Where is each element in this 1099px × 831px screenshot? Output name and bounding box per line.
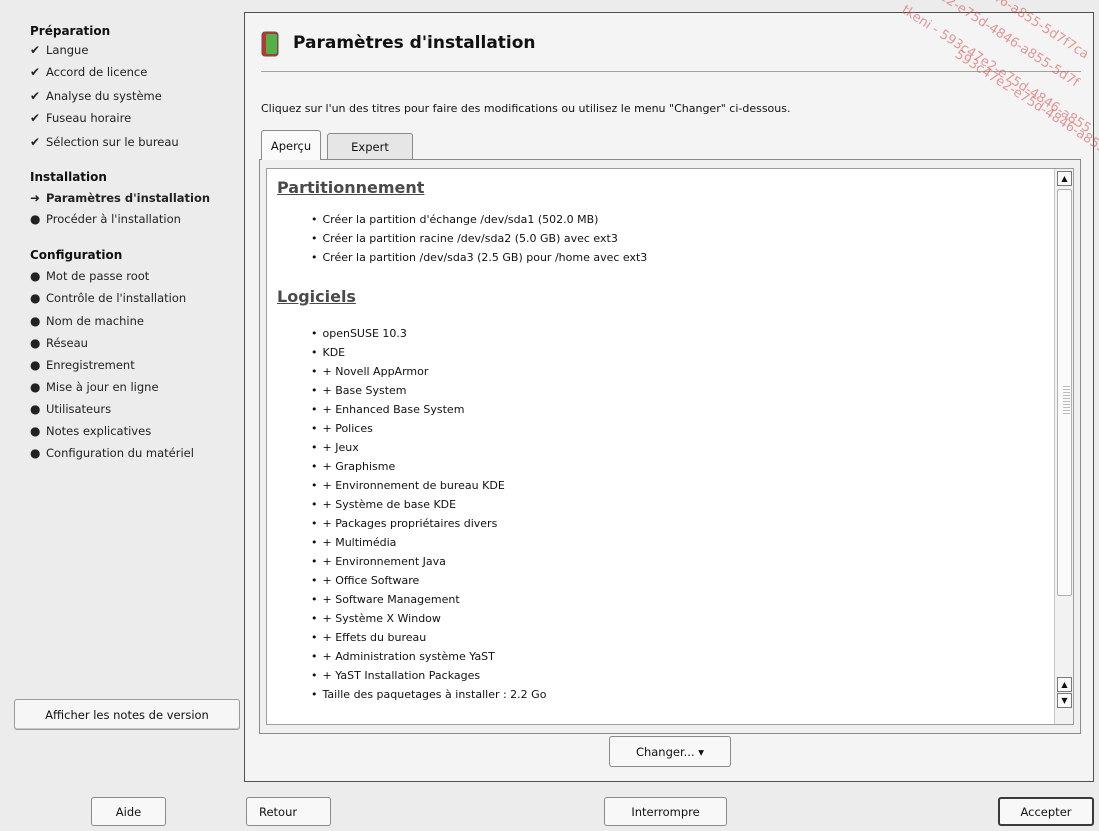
- step-enregistrement: ● Enregistrement: [30, 355, 135, 375]
- help-button[interactable]: Aide: [91, 797, 166, 826]
- pending-bullet-icon: ●: [30, 336, 41, 350]
- list-item: Créer la partition racine /dev/sda2 (5.0…: [311, 232, 618, 245]
- list-item: + Multimédia: [311, 536, 397, 549]
- step-controle-installation: ● Contrôle de l'installation: [30, 288, 186, 308]
- pending-bullet-icon: ●: [30, 212, 41, 226]
- scroll-down-arrow-icon[interactable]: ▼: [1057, 693, 1072, 708]
- step-label: Accord de licence: [46, 65, 148, 79]
- step-sidebar: Préparation ✔ Langue ✔ Accord de licence ✔…: [0, 0, 240, 780]
- list-item: KDE: [311, 346, 346, 359]
- check-icon: ✔: [30, 65, 41, 79]
- step-label: Réseau: [46, 336, 88, 350]
- list-item: + Administration système YaST: [311, 650, 495, 663]
- step-accord-de-licence: ✔ Accord de licence: [30, 62, 147, 82]
- scrollbar-thumb[interactable]: [1057, 189, 1072, 596]
- step-label: Contrôle de l'installation: [46, 291, 187, 305]
- list-item: + Base System: [311, 384, 407, 397]
- step-label: Notes explicatives: [46, 424, 152, 438]
- section-title-installation: Installation: [30, 170, 107, 184]
- step-langue: ✔ Langue: [30, 40, 88, 60]
- step-label: Analyse du système: [46, 89, 162, 103]
- list-item: Taille des paquetages à installer : 2.2 …: [311, 688, 547, 701]
- list-item: + Packages propriétaires divers: [311, 517, 498, 530]
- list-item: + Novell AppArmor: [311, 365, 429, 378]
- pending-bullet-icon: ●: [30, 314, 41, 328]
- change-menu-button[interactable]: Changer... ▾: [609, 736, 731, 767]
- check-icon: ✔: [30, 89, 41, 103]
- step-mot-de-passe-root: ● Mot de passe root: [30, 266, 149, 286]
- release-notes-button[interactable]: Afficher les notes de version: [14, 699, 240, 730]
- pending-bullet-icon: ●: [30, 358, 41, 372]
- list-item: + Office Software: [311, 574, 420, 587]
- list-item: + Effets du bureau: [311, 631, 427, 644]
- check-icon: ✔: [30, 43, 41, 57]
- step-nom-de-machine: ● Nom de machine: [30, 311, 144, 331]
- pending-bullet-icon: ●: [30, 291, 41, 305]
- step-configuration-materiel: ● Configuration du matériel: [30, 443, 194, 463]
- list-item: + Système X Window: [311, 612, 441, 625]
- partitioning-heading-link[interactable]: Partitionnement: [277, 178, 424, 197]
- pending-bullet-icon: ●: [30, 380, 41, 394]
- software-heading-link[interactable]: Logiciels: [277, 287, 356, 306]
- step-utilisateurs: ● Utilisateurs: [30, 399, 111, 419]
- step-label: Mot de passe root: [46, 269, 150, 283]
- overview-tab-panel: Partitionnement Créer la partition d'éch…: [259, 159, 1081, 734]
- pending-bullet-icon: ●: [30, 424, 41, 438]
- step-label: Configuration du matériel: [46, 446, 194, 460]
- step-reseau: ● Réseau: [30, 333, 88, 353]
- vertical-scrollbar[interactable]: ▲ ▲ ▼: [1054, 169, 1073, 724]
- section-title-preparation: Préparation: [30, 24, 111, 38]
- page-title: Paramètres d'installation: [293, 33, 536, 53]
- scroll-up-arrow-icon[interactable]: ▲: [1057, 171, 1072, 186]
- step-mise-a-jour-en-ligne: ● Mise à jour en ligne: [30, 377, 159, 397]
- step-label: Procéder à l'installation: [46, 212, 181, 226]
- accept-button[interactable]: Accepter: [998, 797, 1094, 826]
- pending-bullet-icon: ●: [30, 446, 41, 460]
- pending-bullet-icon: ●: [30, 402, 41, 416]
- scroll-up-arrow-icon[interactable]: ▲: [1057, 677, 1072, 692]
- step-analyse-du-systeme: ✔ Analyse du système: [30, 86, 162, 106]
- step-label: Sélection sur le bureau: [46, 135, 179, 149]
- step-proceder-installation: ● Procéder à l'installation: [30, 209, 181, 229]
- abort-button[interactable]: Interrompre: [604, 797, 727, 826]
- list-item: + Système de base KDE: [311, 498, 457, 511]
- list-item: + YaST Installation Packages: [311, 669, 481, 682]
- tab-apercu[interactable]: Aperçu: [261, 130, 321, 160]
- current-step-arrow-icon: ➜: [30, 191, 41, 205]
- section-title-configuration: Configuration: [30, 248, 123, 262]
- instructions-text: Cliquez sur l'un des titres pour faire d…: [261, 102, 791, 115]
- list-item: Créer la partition /dev/sda3 (2.5 GB) po…: [311, 251, 648, 264]
- step-label: Paramètres d'installation: [46, 191, 211, 205]
- step-label: Langue: [46, 43, 89, 57]
- installation-icon: [261, 31, 279, 57]
- step-parametres-installation: ➜ Paramètres d'installation: [30, 188, 210, 208]
- step-label: Fuseau horaire: [46, 111, 132, 125]
- list-item: + Jeux: [311, 441, 359, 454]
- list-item: + Polices: [311, 422, 373, 435]
- step-label: Nom de machine: [46, 314, 144, 328]
- step-selection-bureau: ✔ Sélection sur le bureau: [30, 132, 179, 152]
- scrollbar-grip: [1063, 386, 1070, 414]
- list-item: + Graphisme: [311, 460, 396, 473]
- check-icon: ✔: [30, 111, 41, 125]
- title-divider: [261, 71, 1081, 72]
- main-panel: Paramètres d'installation Cliquez sur l'…: [244, 12, 1094, 782]
- step-label: Utilisateurs: [46, 402, 112, 416]
- installation-summary: Partitionnement Créer la partition d'éch…: [266, 168, 1074, 725]
- list-item: Créer la partition d'échange /dev/sda1 (…: [311, 213, 599, 226]
- step-label: Mise à jour en ligne: [46, 380, 159, 394]
- list-item: openSUSE 10.3: [311, 327, 407, 340]
- back-button[interactable]: Retour: [246, 797, 331, 826]
- list-item: + Environnement de bureau KDE: [311, 479, 505, 492]
- pending-bullet-icon: ●: [30, 269, 41, 283]
- step-label: Enregistrement: [46, 358, 135, 372]
- step-notes-explicatives: ● Notes explicatives: [30, 421, 151, 441]
- step-fuseau-horaire: ✔ Fuseau horaire: [30, 108, 131, 128]
- list-item: + Enhanced Base System: [311, 403, 465, 416]
- check-icon: ✔: [30, 135, 41, 149]
- list-item: + Software Management: [311, 593, 460, 606]
- tab-expert[interactable]: Expert: [327, 133, 413, 159]
- list-item: + Environnement Java: [311, 555, 446, 568]
